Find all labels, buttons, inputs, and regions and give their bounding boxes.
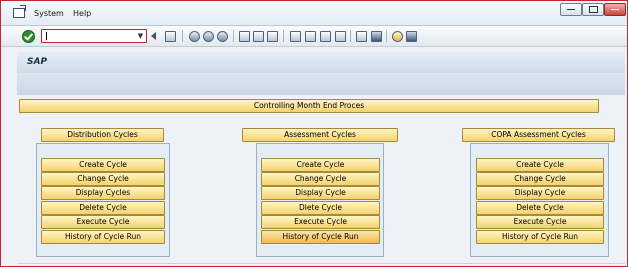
assessment-display-cycle-button[interactable]: Display Cycle <box>261 186 380 200</box>
toolbar-separator <box>386 30 387 42</box>
assessment-create-cycle-button[interactable]: Create Cycle <box>261 158 380 172</box>
command-field[interactable]: ▼ <box>41 29 147 43</box>
sap-window: System Help ▼ SAP Controlling Month End … <box>0 0 628 267</box>
assessment-cycles-group: Create Cycle Change Cycle Display Cycle … <box>256 143 384 257</box>
distribution-create-cycle-button[interactable]: Create Cycle <box>41 158 165 172</box>
minimize-button[interactable] <box>560 3 582 16</box>
copa-assessment-cycles-header: COPA Assessment Cycles <box>462 128 615 142</box>
first-page-icon[interactable] <box>290 31 301 42</box>
menu-bar: System Help <box>1 1 627 26</box>
distribution-cycles-group: Create Cycle Change Cycle Display Cycles… <box>36 143 170 257</box>
title-bar: SAP <box>17 52 625 73</box>
close-button[interactable] <box>604 3 626 16</box>
cancel-icon[interactable] <box>217 31 228 42</box>
exit-icon[interactable] <box>203 31 214 42</box>
toolbar-separator <box>283 30 284 42</box>
assessment-cycles-header: Assessment Cycles <box>242 128 398 142</box>
toolbar-separator <box>350 30 351 42</box>
find-next-icon[interactable] <box>267 31 278 42</box>
distribution-change-cycle-button[interactable]: Change Cycle <box>41 172 165 186</box>
minimize-icon <box>567 9 575 10</box>
text-cursor <box>46 32 47 40</box>
copa-change-cycle-button[interactable]: Change Cycle <box>476 172 604 186</box>
system-menu-icon[interactable] <box>13 5 26 18</box>
maximize-icon <box>589 6 598 13</box>
back-icon[interactable] <box>189 31 200 42</box>
assessment-change-cycle-button[interactable]: Change Cycle <box>261 172 380 186</box>
customize-layout-icon[interactable] <box>406 31 417 42</box>
copa-execute-cycle-button[interactable]: Execute Cycle <box>476 215 604 229</box>
find-icon[interactable] <box>253 31 264 42</box>
distribution-cycles-header: Distribution Cycles <box>41 128 164 142</box>
section-title: Controlling Month End Proces <box>19 99 599 113</box>
copa-delete-cycle-button[interactable]: Delete Cycle <box>476 201 604 215</box>
help-icon[interactable] <box>392 31 403 42</box>
distribution-execute-cycle-button[interactable]: Execute Cycle <box>41 215 165 229</box>
chevron-down-icon[interactable]: ▼ <box>136 30 145 42</box>
copa-display-cycle-button[interactable]: Display Cycle <box>476 186 604 200</box>
copa-assessment-cycles-group: Create Cycle Change Cycle Display Cycle … <box>470 143 609 257</box>
last-page-icon[interactable] <box>335 31 346 42</box>
assessment-history-button[interactable]: History of Cycle Run <box>261 230 380 244</box>
standard-toolbar: ▼ <box>1 26 627 47</box>
close-icon <box>611 9 619 10</box>
maximize-button[interactable] <box>582 3 604 16</box>
distribution-display-cycles-button[interactable]: Display Cycles <box>41 186 165 200</box>
next-page-icon[interactable] <box>320 31 331 42</box>
assessment-delete-cycle-button[interactable]: Dlete Cycle <box>261 201 380 215</box>
menu-item-system[interactable]: System <box>34 9 64 18</box>
copa-history-button[interactable]: History of Cycle Run <box>476 230 604 244</box>
shortcut-icon[interactable] <box>371 31 382 42</box>
toolbar-separator <box>233 30 234 42</box>
divider <box>17 263 625 264</box>
distribution-delete-cycle-button[interactable]: Delete Cycle <box>41 201 165 215</box>
application-toolbar <box>17 73 625 95</box>
enter-check-icon[interactable] <box>22 30 35 43</box>
copa-create-cycle-button[interactable]: Create Cycle <box>476 158 604 172</box>
toolbar-separator <box>182 30 183 42</box>
save-icon[interactable] <box>165 31 176 42</box>
page-title: SAP <box>27 57 48 67</box>
previous-page-icon[interactable] <box>305 31 316 42</box>
print-icon[interactable] <box>239 31 250 42</box>
create-session-icon[interactable] <box>356 31 367 42</box>
distribution-history-button[interactable]: History of Cycle Run <box>41 230 165 244</box>
command-input[interactable] <box>42 30 137 42</box>
collapse-command-icon[interactable] <box>151 32 156 40</box>
assessment-execute-cycle-button[interactable]: Execute Cycle <box>261 215 380 229</box>
menu-item-help[interactable]: Help <box>73 9 91 18</box>
